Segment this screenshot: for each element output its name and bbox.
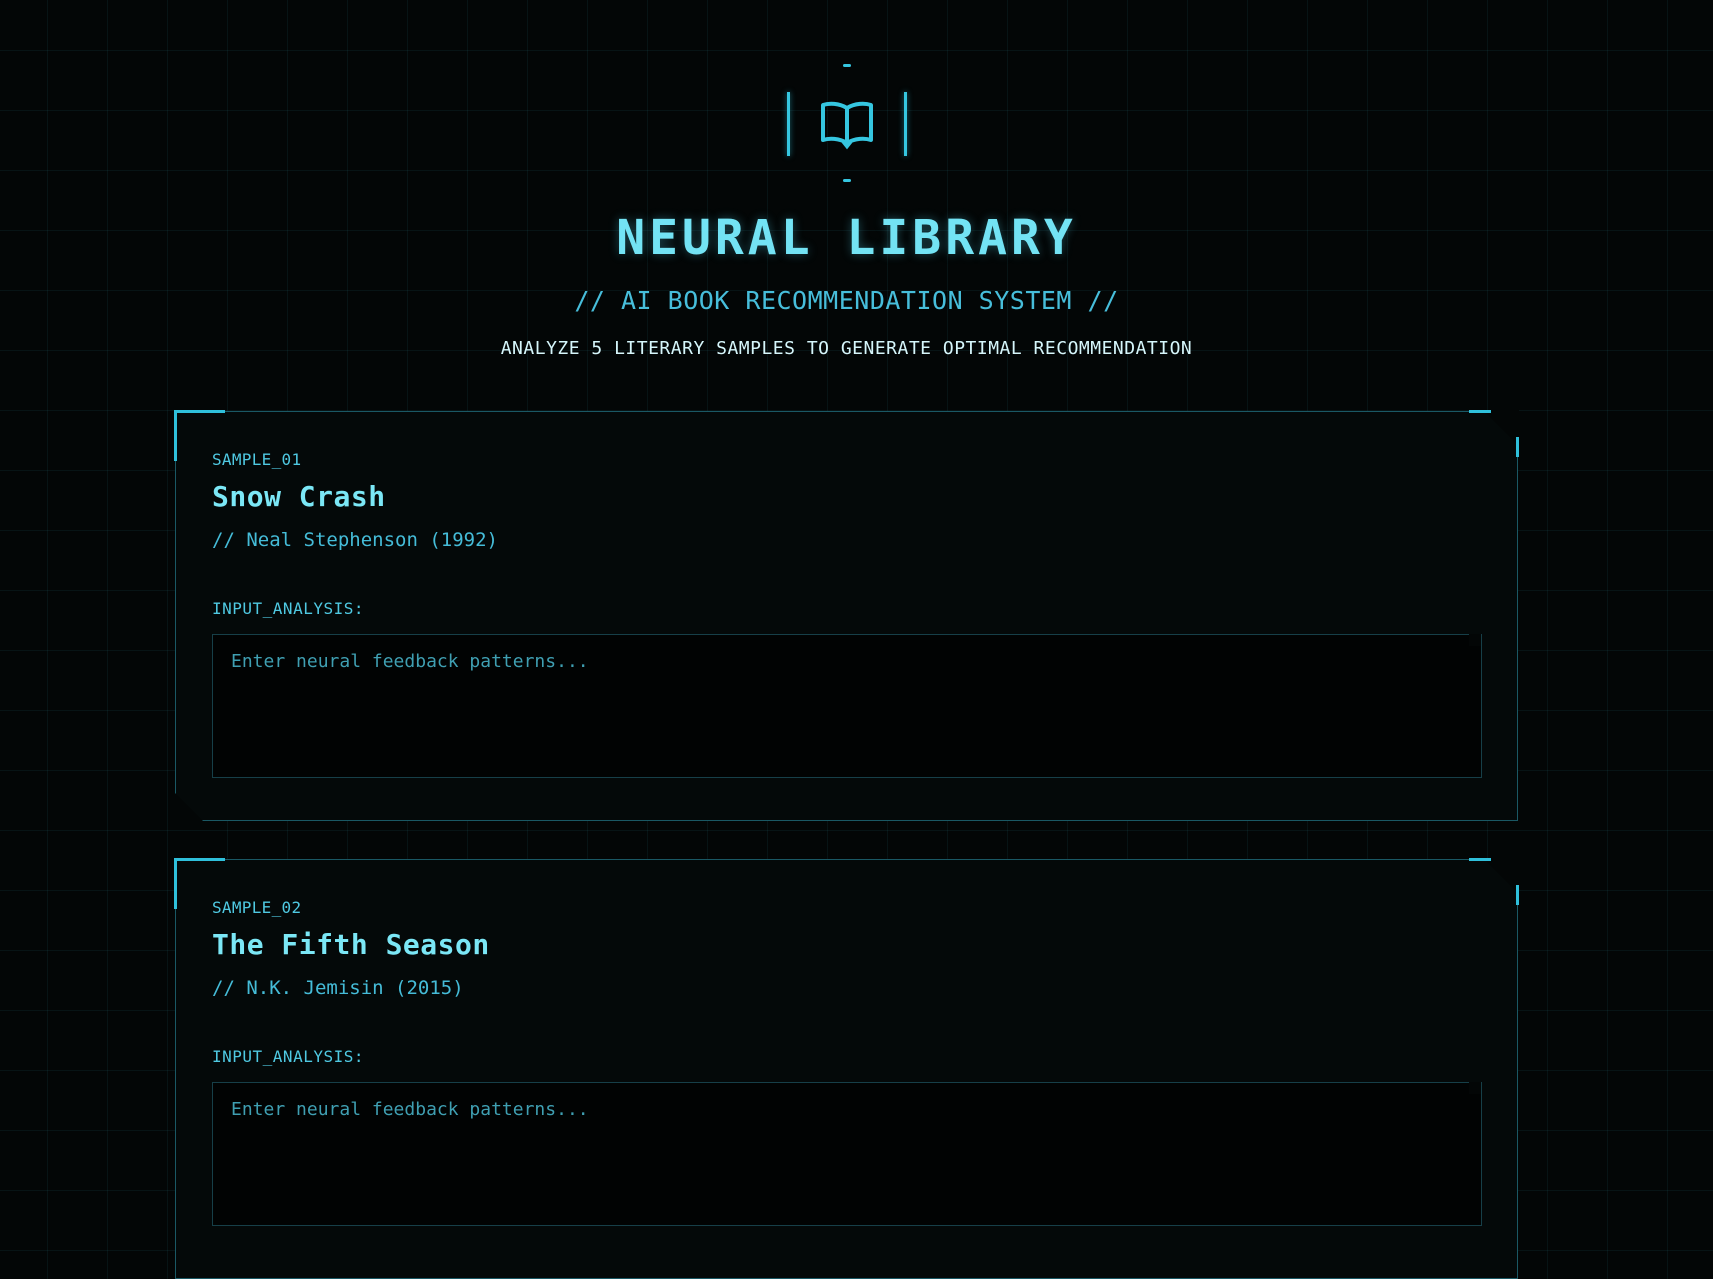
book-author: // Neal Stephenson (1992) — [212, 529, 498, 551]
card-corner-accent — [1469, 858, 1491, 861]
page-subtitle: // AI BOOK RECOMMENDATION SYSTEM // — [574, 286, 1119, 315]
card-corner-accent — [1516, 437, 1519, 457]
logo-tick-top — [843, 64, 851, 67]
book-title: The Fifth Season — [212, 928, 490, 961]
sample-label: SAMPLE_01 — [212, 450, 302, 469]
book-author: // N.K. Jemisin (2015) — [212, 977, 464, 999]
open-book-icon — [821, 101, 873, 150]
logo-bracket-right — [904, 92, 907, 156]
textarea-corner-notch — [1469, 1082, 1481, 1094]
input-analysis-label: INPUT_ANALYSIS: — [212, 1047, 364, 1066]
textarea-corner-notch — [1469, 634, 1481, 646]
sample-card: SAMPLE_01 Snow Crash // Neal Stephenson … — [174, 410, 1519, 822]
card-corner-cut — [174, 792, 204, 822]
sample-label: SAMPLE_02 — [212, 898, 302, 917]
card-corner-cut — [1483, 858, 1519, 894]
feedback-textarea[interactable] — [212, 634, 1482, 778]
logo — [787, 64, 907, 184]
logo-bracket-left — [787, 92, 790, 156]
feedback-textarea[interactable] — [212, 1082, 1482, 1226]
card-corner-cut — [1483, 410, 1519, 446]
page-title: NEURAL LIBRARY — [616, 210, 1077, 266]
sample-card: SAMPLE_02 The Fifth Season // N.K. Jemis… — [174, 858, 1519, 1279]
card-corner-accent — [1516, 885, 1519, 905]
book-title: Snow Crash — [212, 480, 386, 513]
card-corner-accent — [1469, 410, 1491, 413]
page-tagline: ANALYZE 5 LITERARY SAMPLES TO GENERATE O… — [500, 338, 1193, 359]
logo-tick-bottom — [843, 179, 851, 182]
input-analysis-label: INPUT_ANALYSIS: — [212, 599, 364, 618]
